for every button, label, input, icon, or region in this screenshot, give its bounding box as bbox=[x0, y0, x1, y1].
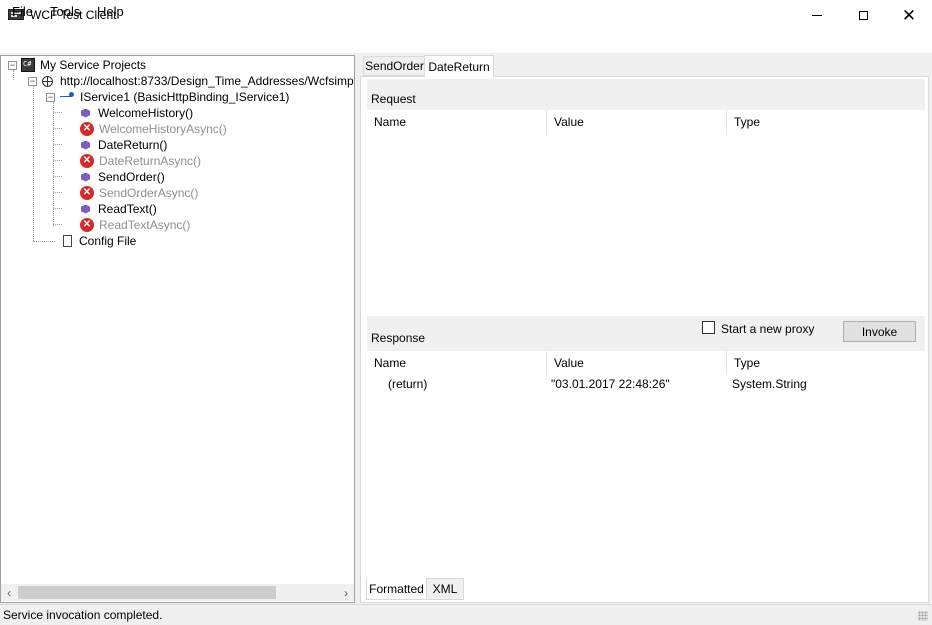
close-icon: ✕ bbox=[901, 6, 917, 25]
close-button[interactable]: ✕ bbox=[886, 0, 932, 31]
tree-label: ReadText() bbox=[98, 202, 157, 216]
tab-formatted[interactable]: Formatted bbox=[366, 578, 427, 600]
tree-connector bbox=[53, 160, 62, 161]
service-tree[interactable]: − My Service Projects − http://localhost… bbox=[0, 55, 355, 603]
tree-label: ReadTextAsync() bbox=[99, 218, 191, 232]
tab-xml[interactable]: XML bbox=[426, 578, 464, 600]
request-grid[interactable]: Name Value Type bbox=[367, 110, 925, 316]
tree-connector bbox=[53, 176, 62, 177]
tree-node-endpoint[interactable]: − http://localhost:8733/Design_Time_Addr… bbox=[28, 73, 355, 89]
scrollbar-thumb[interactable] bbox=[18, 586, 276, 599]
menu-file[interactable]: File bbox=[12, 4, 33, 19]
tree-node-operation[interactable]: ✕ WelcomeHistoryAsync() bbox=[80, 121, 227, 137]
tree-node-root[interactable]: − My Service Projects bbox=[8, 57, 146, 73]
menu-bar bbox=[0, 31, 932, 53]
tab-sendorder[interactable]: SendOrder bbox=[363, 56, 425, 76]
maximize-button[interactable] bbox=[840, 0, 886, 31]
tree-connector bbox=[53, 128, 62, 129]
start-new-proxy-checkbox[interactable] bbox=[702, 321, 715, 334]
collapse-icon[interactable]: − bbox=[46, 92, 55, 102]
tree-node-operation[interactable]: ✕ DateReturnAsync() bbox=[80, 153, 201, 169]
tree-label: Config File bbox=[79, 234, 137, 248]
tree-node-operation[interactable]: DateReturn() bbox=[79, 137, 167, 153]
tree-label: WelcomeHistory() bbox=[98, 106, 194, 120]
tree-node-config-file[interactable]: Config File bbox=[63, 233, 136, 249]
globe-icon bbox=[42, 75, 53, 87]
tree-node-operation[interactable]: WelcomeHistory() bbox=[79, 105, 193, 121]
scroll-left-icon[interactable]: ‹ bbox=[1, 584, 17, 601]
tree-node-operation[interactable]: ReadText() bbox=[79, 201, 157, 217]
request-title: Request bbox=[371, 92, 416, 106]
tree-connector bbox=[53, 192, 62, 193]
tree-connector bbox=[33, 241, 55, 242]
resize-grip-icon[interactable] bbox=[918, 611, 928, 621]
tree-node-operation[interactable]: SendOrder() bbox=[79, 169, 165, 185]
tree-label: SendOrder() bbox=[98, 170, 165, 184]
column-type[interactable]: Type bbox=[727, 110, 925, 134]
method-icon bbox=[81, 140, 90, 150]
tree-label: SendOrderAsync() bbox=[99, 186, 199, 200]
tab-datereturn[interactable]: DateReturn bbox=[424, 55, 494, 77]
request-grid-header: Name Value Type bbox=[367, 110, 925, 134]
tree-connector bbox=[33, 86, 34, 241]
tree-connector bbox=[53, 144, 62, 145]
column-value[interactable]: Value bbox=[547, 351, 727, 375]
tree-connector bbox=[53, 208, 62, 209]
error-icon: ✕ bbox=[80, 122, 94, 136]
column-name[interactable]: Name bbox=[367, 351, 547, 375]
menu-tools[interactable]: Tools bbox=[50, 4, 80, 19]
tree-node-interface[interactable]: − IService1 (BasicHttpBinding_IService1) bbox=[46, 89, 289, 105]
response-grid-header: Name Value Type bbox=[367, 351, 925, 375]
method-icon bbox=[81, 108, 90, 118]
collapse-icon[interactable]: − bbox=[8, 60, 17, 70]
tree-label: http://localhost:8733/Design_Time_Addres… bbox=[60, 74, 355, 88]
tree-connector bbox=[53, 112, 62, 113]
interface-icon bbox=[59, 90, 75, 104]
column-name[interactable]: Name bbox=[367, 110, 547, 134]
project-icon bbox=[21, 58, 35, 72]
scroll-right-icon[interactable]: › bbox=[338, 584, 354, 601]
response-row-type[interactable]: System.String bbox=[732, 377, 807, 391]
tree-label: WelcomeHistoryAsync() bbox=[99, 122, 227, 136]
error-icon: ✕ bbox=[80, 154, 94, 168]
minimize-icon bbox=[812, 15, 822, 16]
response-row-name[interactable]: (return) bbox=[388, 377, 427, 391]
response-title: Response bbox=[371, 331, 426, 345]
file-icon bbox=[63, 235, 72, 247]
error-icon: ✕ bbox=[80, 186, 94, 200]
column-type[interactable]: Type bbox=[727, 351, 925, 375]
collapse-icon[interactable]: − bbox=[28, 76, 37, 86]
request-header bbox=[367, 79, 925, 110]
response-grid[interactable]: Name Value Type (return) "03.01.2017 22:… bbox=[367, 351, 925, 577]
minimize-button[interactable] bbox=[794, 0, 840, 31]
maximize-icon bbox=[858, 11, 868, 20]
response-header bbox=[367, 316, 925, 351]
response-row-value[interactable]: "03.01.2017 22:48:26" bbox=[551, 377, 670, 391]
start-new-proxy-label: Start a new proxy bbox=[721, 322, 815, 336]
title-bar bbox=[0, 0, 932, 31]
tree-node-operation[interactable]: ✕ ReadTextAsync() bbox=[80, 217, 190, 233]
menu-help[interactable]: Help bbox=[97, 4, 124, 19]
tree-label: IService1 (BasicHttpBinding_IService1) bbox=[80, 90, 290, 104]
method-icon bbox=[81, 204, 90, 214]
status-text: Service invocation completed. bbox=[3, 608, 163, 622]
tree-label: DateReturn() bbox=[98, 138, 168, 152]
tree-label: DateReturnAsync() bbox=[99, 154, 202, 168]
tree-connector bbox=[53, 224, 62, 225]
invoke-button[interactable]: Invoke bbox=[843, 321, 916, 342]
column-value[interactable]: Value bbox=[547, 110, 727, 134]
tree-label: My Service Projects bbox=[40, 58, 147, 72]
tree-node-operation[interactable]: ✕ SendOrderAsync() bbox=[80, 185, 198, 201]
method-icon bbox=[81, 172, 90, 182]
error-icon: ✕ bbox=[80, 218, 94, 232]
